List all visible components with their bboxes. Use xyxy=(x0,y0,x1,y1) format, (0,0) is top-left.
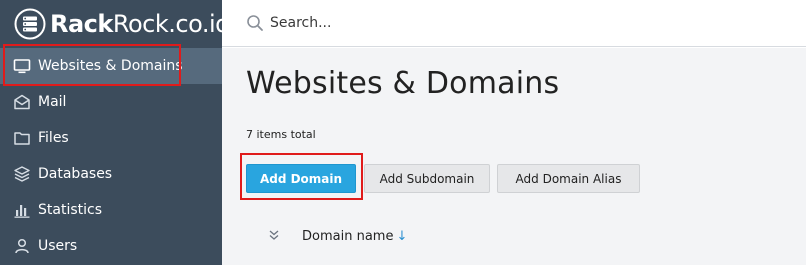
sidebar-item-files[interactable]: Files xyxy=(0,120,222,156)
add-domain-alias-button[interactable]: Add Domain Alias xyxy=(497,164,640,193)
sidebar-item-label: Files xyxy=(38,130,69,146)
sidebar-item-label: Databases xyxy=(38,166,113,182)
sidebar: RackRock.co.id Websites & Domains Mail F… xyxy=(0,0,230,265)
server-stack-icon xyxy=(14,8,46,40)
sidebar-item-users[interactable]: Users xyxy=(0,228,222,264)
sidebar-item-label: Websites & Domains xyxy=(38,58,183,74)
top-bar xyxy=(222,0,806,47)
sidebar-item-statistics[interactable]: Statistics xyxy=(0,192,222,228)
sidebar-item-label: Statistics xyxy=(38,202,102,218)
folder-icon xyxy=(13,129,31,147)
database-icon xyxy=(13,165,31,183)
sidebar-item-mail[interactable]: Mail xyxy=(0,84,222,120)
sidebar-item-label: Users xyxy=(38,238,78,254)
chevron-double-down-icon[interactable] xyxy=(268,229,280,241)
brand-logo[interactable]: RackRock.co.id xyxy=(14,8,230,40)
user-icon xyxy=(13,237,31,255)
items-count: 7 items total xyxy=(246,128,316,141)
sidebar-nav: Websites & Domains Mail Files Databases xyxy=(0,48,222,264)
search-input[interactable] xyxy=(270,15,570,31)
page-title: Websites & Domains xyxy=(246,66,560,101)
main-content: Websites & Domains 7 items total Add Dom… xyxy=(222,48,806,265)
bar-chart-icon xyxy=(13,201,31,219)
sidebar-item-databases[interactable]: Databases xyxy=(0,156,222,192)
sidebar-item-label: Mail xyxy=(38,94,67,110)
app-window: RackRock.co.id Websites & Domains Mail F… xyxy=(0,0,806,265)
add-domain-button[interactable]: Add Domain xyxy=(246,164,356,193)
search-icon[interactable] xyxy=(246,14,264,32)
add-subdomain-button[interactable]: Add Subdomain xyxy=(364,164,490,193)
column-header-domain-name[interactable]: Domain name ↓ xyxy=(302,229,407,244)
sidebar-item-websites-domains[interactable]: Websites & Domains xyxy=(0,48,222,84)
sort-arrow-icon: ↓ xyxy=(396,229,408,244)
brand-name-bold: Rack xyxy=(50,10,113,38)
column-header-label: Domain name xyxy=(302,229,394,244)
brand-name-rest: Rock.co.id xyxy=(112,10,231,38)
envelope-icon xyxy=(13,93,31,111)
brand-name: RackRock.co.id xyxy=(50,8,230,40)
monitor-icon xyxy=(13,57,31,75)
